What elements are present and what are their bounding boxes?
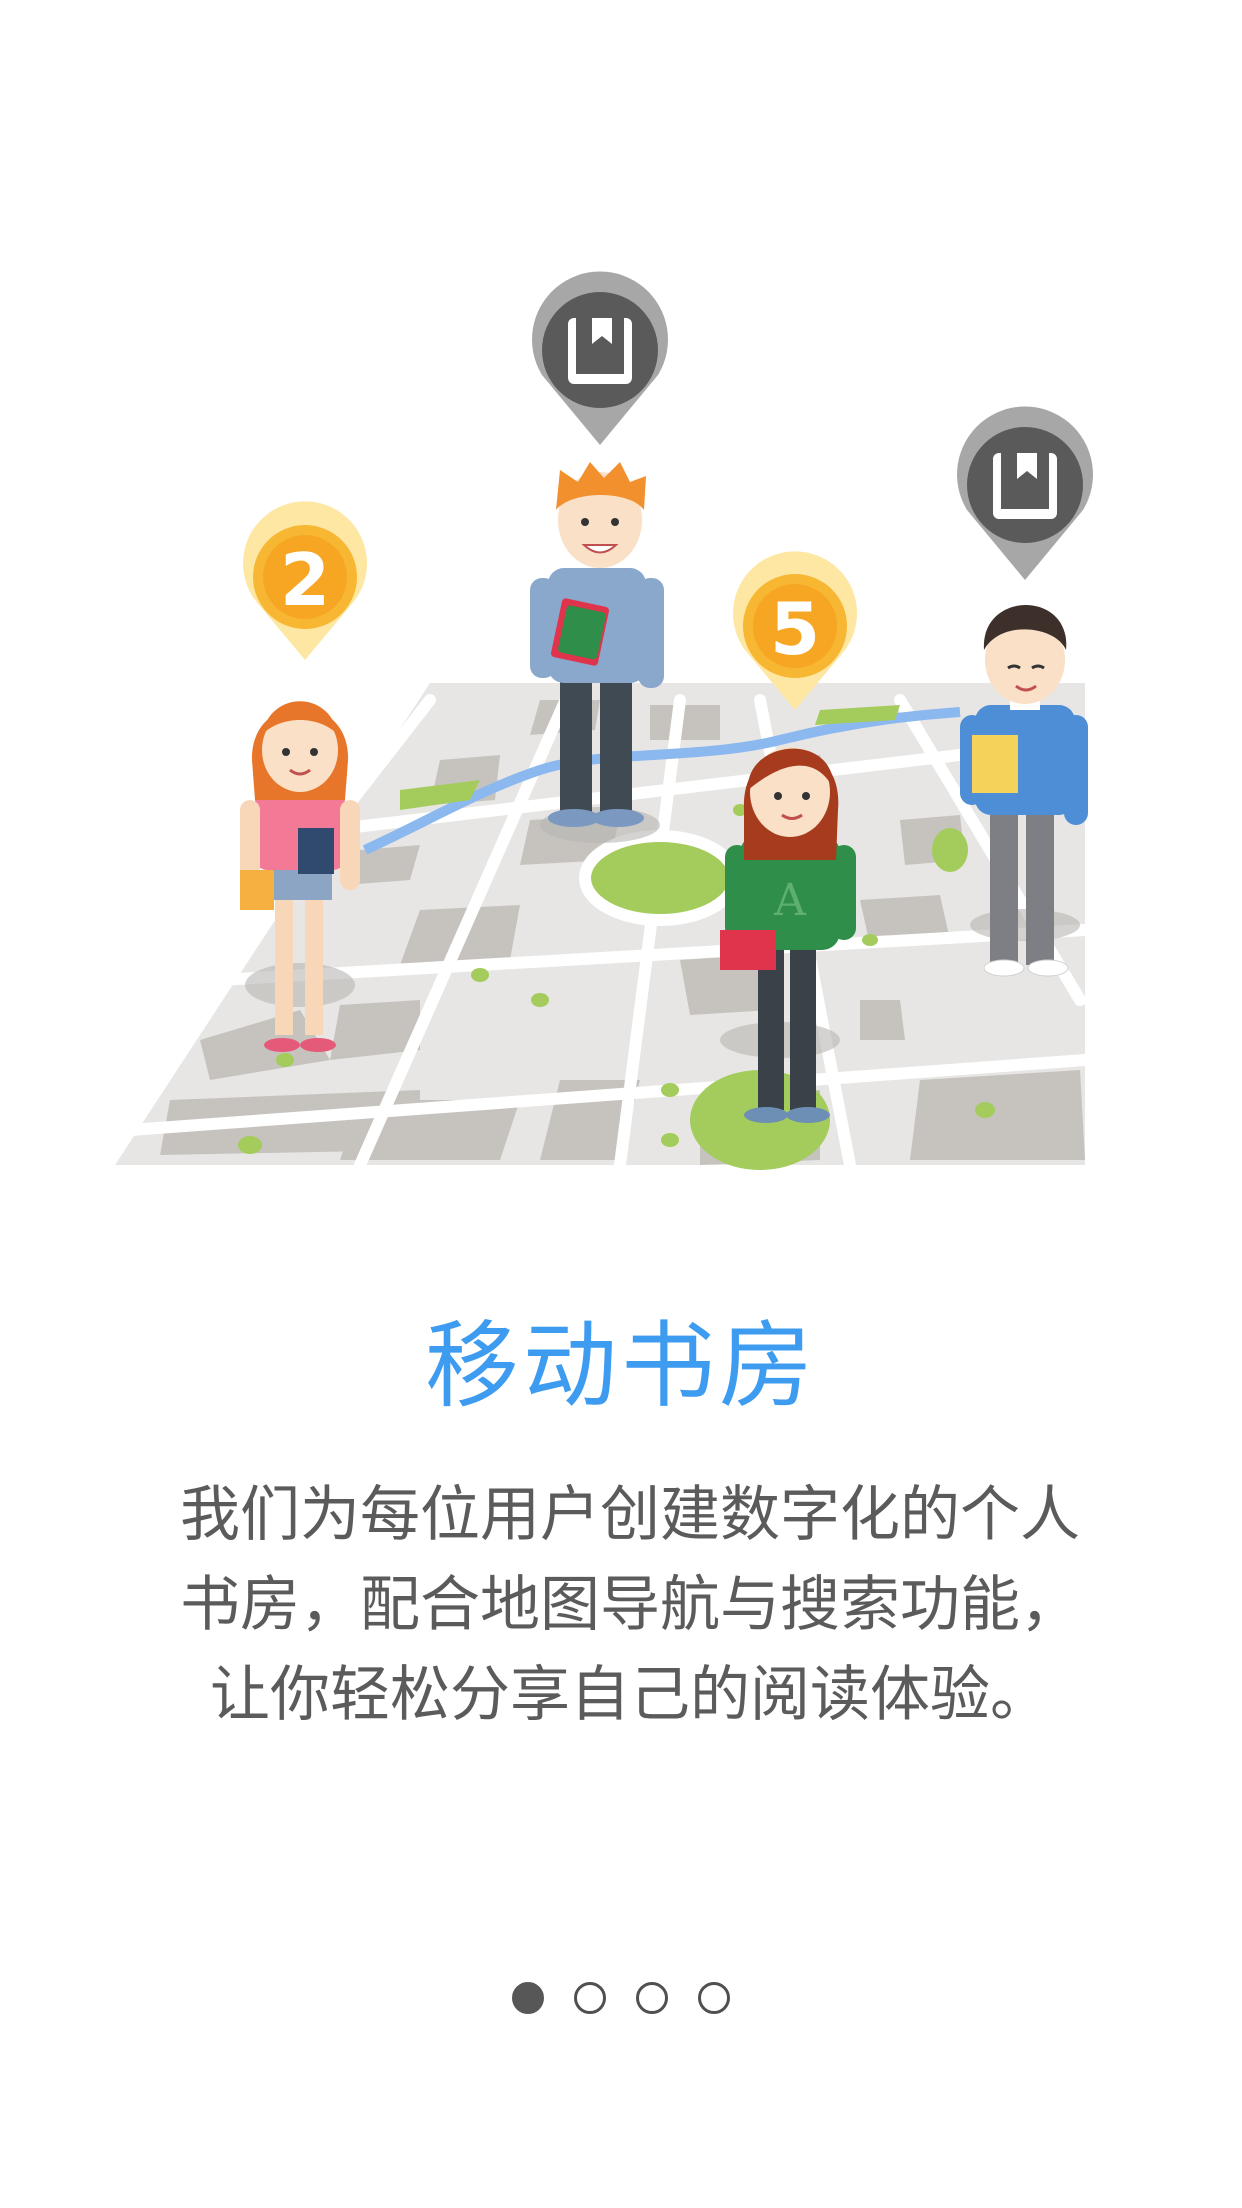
page-dot-4[interactable] [698,1982,730,2014]
svg-text:2: 2 [280,538,330,622]
description-line: 让你轻松分享自己的阅读体验。 [210,1660,1050,1730]
book-pin-icon [532,271,668,445]
page-description: 我们为每位用户创建数字化的个人 书房，配合地图导航与搜索功能， 让你轻松分享自己… [170,1470,1090,1740]
description-line: 书房，配合地图导航与搜索功能， [180,1570,1080,1640]
svg-text:A: A [773,875,807,926]
page-indicator [0,1982,1242,2014]
page-dot-1[interactable] [512,1982,544,2014]
person-boy-blue [960,605,1088,977]
svg-text:5: 5 [770,587,820,671]
page-title: 移动书房 [424,1312,817,1421]
description-line: 我们为每位用户创建数字化的个人 [180,1480,1080,1550]
page-dot-3[interactable] [636,1982,668,2014]
book-pin-icon [957,406,1093,580]
onboarding-illustration: 2 5 A [0,0,1242,1200]
map-pin-2: 2 [242,501,367,660]
page-dot-2[interactable] [574,1982,606,2014]
